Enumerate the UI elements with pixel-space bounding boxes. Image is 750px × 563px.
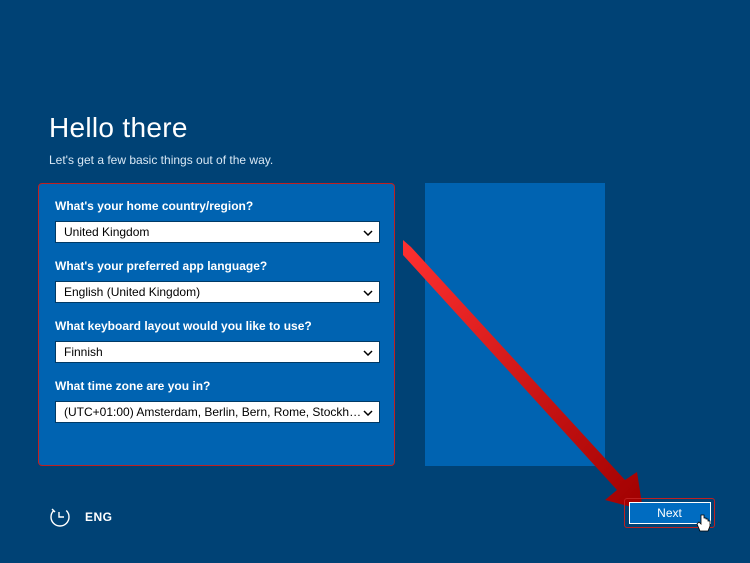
language-select-value: English (United Kingdom): [64, 285, 200, 299]
language-select[interactable]: English (United Kingdom): [55, 281, 380, 303]
country-select-value: United Kingdom: [64, 225, 149, 239]
page-subtitle: Let's get a few basic things out of the …: [49, 153, 273, 167]
setup-form-panel: What's your home country/region? United …: [38, 183, 395, 466]
country-select[interactable]: United Kingdom: [55, 221, 380, 243]
next-button-highlight: Next: [624, 498, 715, 528]
chevron-down-icon: [363, 405, 373, 419]
next-button[interactable]: Next: [629, 502, 711, 524]
ease-of-access-group: ENG: [49, 506, 113, 528]
timezone-select-value: (UTC+01:00) Amsterdam, Berlin, Bern, Rom…: [64, 405, 363, 419]
chevron-down-icon: [363, 225, 373, 239]
keyboard-select-value: Finnish: [64, 345, 103, 359]
keyboard-select[interactable]: Finnish: [55, 341, 380, 363]
keyboard-label: What keyboard layout would you like to u…: [55, 319, 378, 333]
chevron-down-icon: [363, 345, 373, 359]
language-indicator[interactable]: ENG: [85, 510, 113, 524]
chevron-down-icon: [363, 285, 373, 299]
country-label: What's your home country/region?: [55, 199, 378, 213]
timezone-label: What time zone are you in?: [55, 379, 378, 393]
next-button-label: Next: [657, 506, 682, 520]
ease-of-access-icon[interactable]: [49, 506, 71, 528]
language-label: What's your preferred app language?: [55, 259, 378, 273]
timezone-select[interactable]: (UTC+01:00) Amsterdam, Berlin, Bern, Rom…: [55, 401, 380, 423]
right-decorative-panel: [425, 183, 605, 466]
page-title: Hello there: [49, 112, 188, 144]
